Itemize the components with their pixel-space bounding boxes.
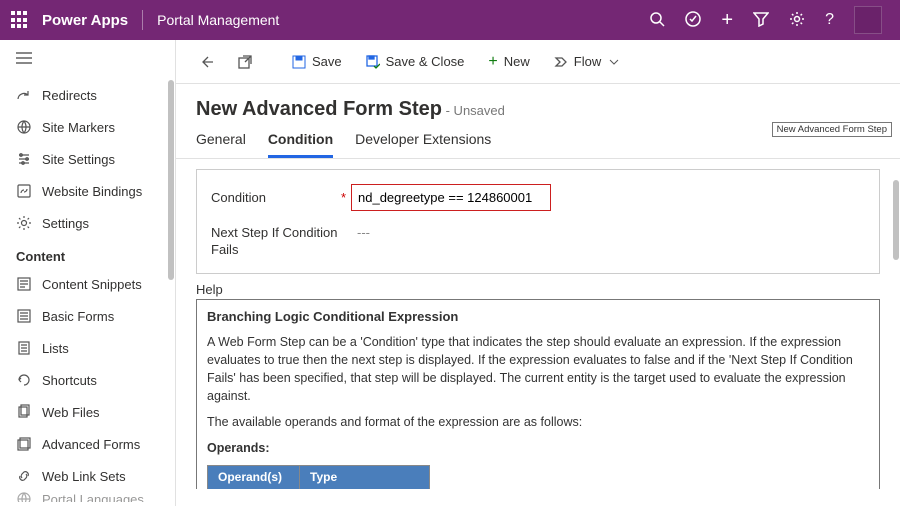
tab-general[interactable]: General (196, 131, 246, 158)
flow-button[interactable]: Flow (544, 48, 629, 75)
link-icon (16, 183, 32, 199)
condition-field-label: Condition (211, 190, 351, 205)
globe-icon (16, 119, 32, 135)
globe-icon (16, 492, 32, 502)
multiform-icon (16, 436, 32, 452)
condition-input[interactable] (351, 184, 551, 211)
form-icon (16, 308, 32, 324)
sidebar-item-portal-languages[interactable]: Portal Languages (0, 492, 175, 502)
linkset-icon (16, 468, 32, 484)
sidebar-item-label: Portal Languages (42, 492, 144, 502)
settings-gear-icon[interactable] (789, 11, 805, 30)
help-heading: Branching Logic Conditional Expression (207, 308, 869, 327)
page-tooltip: New Advanced Form Step (772, 122, 892, 137)
sidebar-item-shortcuts[interactable]: Shortcuts (0, 364, 175, 396)
sidebar-item-label: Site Markers (42, 120, 115, 135)
sidebar-item-label: Redirects (42, 88, 97, 103)
sidebar-item-redirects[interactable]: Redirects (0, 79, 175, 111)
new-button[interactable]: +New (478, 48, 539, 75)
sidebar-item-label: Advanced Forms (42, 437, 140, 452)
command-bar: Save Save & Close +New Flow (176, 40, 900, 84)
help-content: Branching Logic Conditional Expression A… (196, 299, 880, 489)
sidebar-item-advanced-forms[interactable]: Advanced Forms (0, 428, 175, 460)
portal-name: Portal Management (157, 12, 279, 28)
header-divider (142, 10, 143, 30)
sidebar-section-content: Content (0, 239, 175, 268)
sidebar-item-label: Basic Forms (42, 309, 114, 324)
nextstep-value[interactable]: --- (351, 225, 370, 240)
sidebar-item-web-link-sets[interactable]: Web Link Sets (0, 460, 175, 492)
back-button[interactable] (190, 49, 224, 75)
page-subtitle: - Unsaved (446, 103, 505, 118)
sidebar-item-label: Web Files (42, 405, 100, 420)
sidebar-scrollbar[interactable] (168, 80, 174, 280)
sidebar-item-basic-forms[interactable]: Basic Forms (0, 300, 175, 332)
sidebar-item-site-markers[interactable]: Site Markers (0, 111, 175, 143)
help-paragraph-2: The available operands and format of the… (207, 413, 869, 431)
sidebar-item-lists[interactable]: Lists (0, 332, 175, 364)
sidebar-item-site-settings[interactable]: Site Settings (0, 143, 175, 175)
sidebar-item-label: Website Bindings (42, 184, 142, 199)
sidebar-item-web-files[interactable]: Web Files (0, 396, 175, 428)
brand-label: Power Apps (42, 12, 128, 29)
tab-developer-extensions[interactable]: Developer Extensions (355, 131, 491, 158)
app-launcher-icon[interactable] (8, 8, 32, 32)
sidebar-collapse-button[interactable] (0, 40, 175, 79)
condition-section: Condition * Next Step If Condition Fails… (196, 169, 880, 274)
operands-table: Operand(s)Type =, ==Equals!=Not equals>G… (207, 465, 430, 489)
sidebar-item-label: Settings (42, 216, 89, 231)
tab-condition[interactable]: Condition (268, 131, 333, 158)
task-check-icon[interactable] (685, 11, 701, 30)
nextstep-field-label: Next Step If Condition Fails (211, 225, 351, 259)
save-button[interactable]: Save (282, 48, 352, 75)
global-header: Power Apps Portal Management + ? (0, 0, 900, 40)
gear-icon (16, 215, 32, 231)
search-icon[interactable] (649, 11, 665, 30)
sidebar-item-label: Site Settings (42, 152, 115, 167)
main-scrollbar[interactable] (893, 180, 899, 260)
operands-label: Operands: (207, 439, 869, 457)
main-content: Save Save & Close +New Flow New Advanced… (176, 40, 900, 506)
chevron-down-icon (609, 59, 619, 65)
snippet-icon (16, 276, 32, 292)
filter-icon[interactable] (753, 11, 769, 30)
help-section-label: Help (196, 282, 880, 297)
shortcut-icon (16, 372, 32, 388)
header-actions: + ? (649, 6, 892, 34)
page-title: New Advanced Form Step (196, 98, 442, 120)
avatar[interactable] (854, 6, 882, 34)
help-paragraph-1: A Web Form Step can be a 'Condition' typ… (207, 333, 869, 406)
files-icon (16, 404, 32, 420)
sidebar-item-label: Content Snippets (42, 277, 142, 292)
sliders-icon (16, 151, 32, 167)
sidebar-item-label: Web Link Sets (42, 469, 126, 484)
sidebar-item-content-snippets[interactable]: Content Snippets (0, 268, 175, 300)
add-icon[interactable]: + (721, 9, 733, 32)
list-icon (16, 340, 32, 356)
sidebar-item-settings[interactable]: Settings (0, 207, 175, 239)
sidebar-item-website-bindings[interactable]: Website Bindings (0, 175, 175, 207)
save-close-button[interactable]: Save & Close (356, 48, 475, 75)
help-icon[interactable]: ? (825, 11, 834, 29)
required-indicator: * (341, 190, 346, 205)
sidebar-item-label: Shortcuts (42, 373, 97, 388)
redirect-icon (16, 87, 32, 103)
open-new-window-button[interactable] (228, 49, 262, 75)
sidebar-item-label: Lists (42, 341, 69, 356)
sidebar: Redirects Site Markers Site Settings Websit… (0, 40, 176, 506)
